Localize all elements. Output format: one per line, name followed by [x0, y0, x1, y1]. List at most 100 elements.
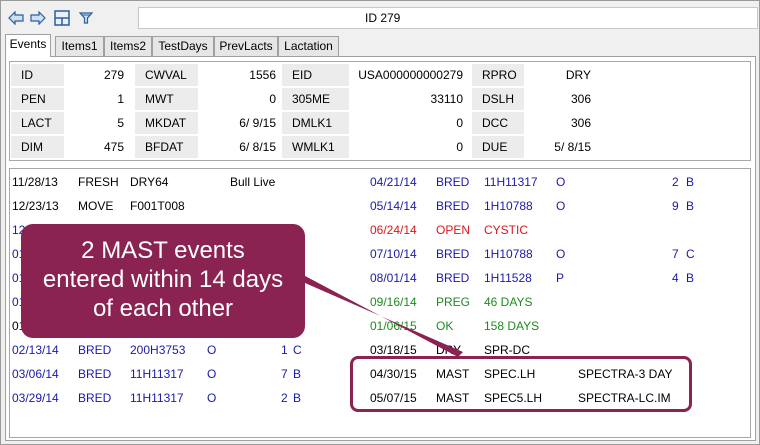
info-label: DUE	[472, 136, 524, 158]
tab-label: TestDays	[158, 39, 208, 53]
event-code: B	[686, 199, 695, 213]
event-num: 7	[281, 367, 288, 381]
info-value: 6/ 9/15	[198, 112, 282, 134]
event-tech: O	[556, 247, 566, 261]
event-num: 9	[672, 199, 679, 213]
info-label: ID	[11, 64, 64, 86]
info-value: 279	[64, 64, 130, 86]
event-date: 07/10/14	[370, 247, 417, 261]
window-title: ID 279	[365, 11, 401, 25]
event-num: 4	[672, 271, 679, 285]
info-value: 475	[64, 136, 130, 158]
event-tech: O	[556, 175, 566, 189]
filter-icon[interactable]	[77, 9, 95, 27]
tab-items1[interactable]: Items1	[55, 36, 104, 56]
info-value: DRY	[524, 64, 597, 86]
info-label: MWT	[135, 88, 198, 110]
info-label: RPRO	[472, 64, 524, 86]
event-remark: 11H11317	[484, 175, 538, 189]
event-date: 05/14/14	[370, 199, 417, 213]
tab-prevlacts[interactable]: PrevLacts	[214, 36, 278, 56]
event-num: 1	[281, 343, 288, 357]
event-date: 01/06/15	[370, 319, 417, 333]
forward-arrow-icon[interactable]	[29, 9, 47, 27]
tab-items2[interactable]: Items2	[104, 36, 152, 56]
tab-label: Events	[9, 37, 47, 51]
event-tech: P	[556, 271, 565, 285]
info-value: 306	[524, 112, 597, 134]
event-remark: 46 DAYS	[484, 295, 533, 309]
event-remark: F001T008	[130, 199, 185, 213]
event-event: BRED	[78, 343, 112, 357]
info-value: 33110	[349, 88, 469, 110]
event-num: 2	[281, 391, 288, 405]
event-remark: 1H11528	[484, 271, 532, 285]
event-event: BRED	[436, 175, 470, 189]
info-label: DSLH	[472, 88, 524, 110]
info-value: 0	[349, 136, 469, 158]
tab-label: Items1	[61, 39, 98, 53]
back-arrow-icon[interactable]	[7, 9, 25, 27]
tab-label: Lactation	[284, 39, 333, 53]
tab-testdays[interactable]: TestDays	[152, 36, 214, 56]
event-event: BRED	[78, 391, 112, 405]
grid-icon[interactable]	[53, 9, 71, 27]
event-date: 08/01/14	[370, 271, 417, 285]
event-tech: O	[556, 199, 566, 213]
event-code: B	[686, 271, 695, 285]
event-remark: 200H3753	[130, 343, 186, 357]
info-label: MKDAT	[135, 112, 198, 134]
event-date: 03/18/15	[370, 343, 417, 357]
event-date: 03/29/14	[12, 391, 59, 405]
event-remark: 11H11317	[130, 367, 184, 381]
info-value: 5	[64, 112, 130, 134]
tab-label: PrevLacts	[219, 39, 273, 53]
event-event: BRED	[436, 271, 470, 285]
event-code: C	[686, 247, 695, 261]
event-date: 03/06/14	[12, 367, 59, 381]
event-tech: O	[207, 343, 217, 357]
event-code: B	[293, 367, 302, 381]
info-value: 306	[524, 88, 597, 110]
mast-events-highlight	[350, 356, 692, 412]
event-code: C	[293, 343, 302, 357]
info-label: PEN	[11, 88, 64, 110]
info-value: 1556	[198, 64, 282, 86]
event-tech: O	[207, 367, 217, 381]
animal-info-grid: ID 279 CWVAL 1556 EID USA000000000279 RPRO DRY P…	[9, 61, 751, 161]
info-label: WMLK1	[282, 136, 349, 158]
info-value: USA000000000279	[349, 64, 469, 86]
info-label: LACT	[11, 112, 64, 134]
info-label: DMLK1	[282, 112, 349, 134]
event-date: 12/23/13	[12, 199, 59, 213]
callout-box: 2 MAST events entered within 14 days of …	[21, 224, 305, 338]
event-event: MOVE	[78, 199, 114, 213]
info-label: DCC	[472, 112, 524, 134]
event-event: FRESH	[78, 175, 119, 189]
event-date: 09/16/14	[370, 295, 417, 309]
info-label: DIM	[11, 136, 64, 158]
info-label: BFDAT	[135, 136, 198, 158]
event-event: PREG	[436, 295, 471, 309]
callout-line: entered within 14 days	[42, 266, 284, 293]
event-event: OK	[436, 319, 454, 333]
info-value: 0	[349, 112, 469, 134]
callout-line: 2 MAST events	[81, 237, 245, 264]
event-date: 11/28/13	[12, 175, 58, 189]
info-value: 0	[198, 88, 282, 110]
info-value: 5/ 8/15	[524, 136, 597, 158]
tab-lactation[interactable]: Lactation	[278, 36, 339, 56]
tab-events[interactable]: Events	[5, 34, 51, 57]
event-code: B	[686, 175, 695, 189]
callout-line: of each other	[92, 295, 234, 322]
event-remark: CYSTIC	[484, 223, 529, 237]
event-event: OPEN	[436, 223, 471, 237]
event-date: 02/13/14	[12, 343, 59, 357]
event-event: BRED	[78, 367, 112, 381]
event-event: DRY	[436, 343, 462, 357]
event-event: BRED	[436, 199, 470, 213]
event-tech: O	[207, 391, 217, 405]
event-remark: 1H10788	[484, 199, 533, 213]
event-remark: 158 DAYS	[484, 319, 540, 333]
info-value: 6/ 8/15	[198, 136, 282, 158]
